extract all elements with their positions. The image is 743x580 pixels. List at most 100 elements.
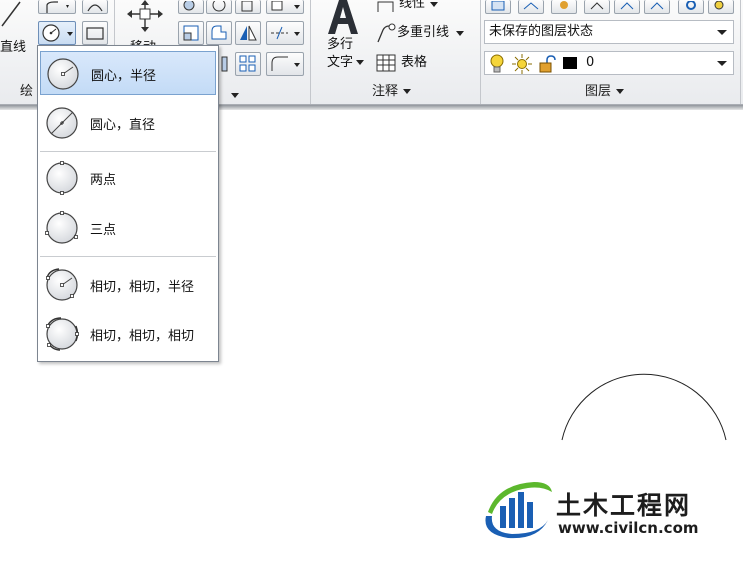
arc-icon	[87, 3, 103, 11]
menu-item-two-point[interactable]: 两点	[40, 156, 216, 200]
menu-item-center-radius[interactable]: 圆心，半径	[40, 51, 216, 95]
table-icon	[376, 54, 396, 72]
menu-item-label: 圆心，直径	[90, 118, 156, 133]
menu-item-tan-tan-radius[interactable]: 相切，相切，半径	[40, 263, 216, 307]
layer-isolate-button[interactable]	[551, 0, 577, 14]
layer-lock-icon	[650, 1, 664, 9]
multileader-label: 多重引线	[397, 25, 450, 40]
bulb-icon	[714, 0, 724, 9]
array-button[interactable]	[235, 52, 261, 76]
layer-off-icon	[620, 1, 634, 9]
mirror-icon	[240, 25, 257, 41]
civilcn-logo-icon	[485, 482, 552, 539]
gear-icon	[686, 0, 696, 10]
unlock-icon	[539, 55, 556, 73]
sun-thaw-icon	[512, 54, 532, 74]
layer-walk-button[interactable]	[708, 0, 734, 14]
chevron-down-icon	[356, 60, 365, 65]
layer-properties-button[interactable]	[485, 0, 511, 14]
chevron-down-icon	[456, 30, 465, 36]
scale-button[interactable]	[178, 21, 204, 45]
chevron-down-icon	[231, 93, 239, 98]
annotation-panel-title[interactable]: 注释	[372, 82, 412, 102]
polyline-button[interactable]	[38, 0, 76, 14]
layer-properties-icon	[491, 0, 505, 10]
scale-icon	[183, 25, 199, 41]
layer-settings-button[interactable]	[678, 0, 704, 14]
circle-center-radius-icon	[47, 58, 79, 90]
table-label: 表格	[401, 55, 428, 70]
array-grid-icon	[239, 55, 256, 72]
menu-item-label: 三点	[90, 223, 117, 238]
layer-freeze-button[interactable]	[584, 0, 610, 14]
chevron-down-icon	[717, 30, 727, 35]
menu-item-label: 两点	[90, 173, 117, 188]
mirror-dropdown-button[interactable]	[266, 0, 304, 14]
rotate-button[interactable]	[178, 0, 204, 14]
rectangle-icon	[86, 27, 104, 40]
menu-item-label: 圆心，半径	[91, 69, 157, 84]
move-icon[interactable]	[126, 0, 164, 34]
circle-dropdown-menu: 圆心，半径 圆心，直径 两点 三点 相切，相切，半径 相切，相切，相切	[37, 45, 219, 362]
menu-item-tan-tan-tan[interactable]: 相切，相切，相切	[40, 312, 216, 356]
trim-icon	[212, 0, 226, 11]
circle-three-point-icon	[45, 211, 78, 244]
trim-button[interactable]	[206, 0, 232, 14]
linear-dimension-icon	[377, 1, 394, 12]
polyline-icon	[46, 0, 69, 13]
modify-panel-expand[interactable]	[226, 88, 239, 103]
current-layer-value: 0	[586, 55, 595, 70]
copy-button[interactable]	[235, 0, 261, 14]
layer-freeze-icon	[590, 1, 604, 9]
table-button[interactable]: 表格	[375, 52, 427, 74]
layer-match-button[interactable]	[518, 0, 544, 14]
mtext-label-line1: 多行	[327, 37, 354, 52]
circle-tan-tan-tan-icon	[46, 317, 79, 351]
drawn-arc[interactable]	[561, 373, 727, 441]
offset-dropdown-button[interactable]	[266, 52, 304, 76]
draw-panel-title[interactable]: 绘	[20, 82, 33, 102]
layer-match-icon	[523, 1, 539, 9]
menu-item-three-point[interactable]: 三点	[40, 206, 216, 250]
layers-panel-title[interactable]: 图层	[585, 82, 625, 102]
watermark-name: 土木工程网	[556, 491, 692, 520]
multileader-button[interactable]: 多重引线	[375, 22, 465, 44]
line-tool-icon[interactable]	[0, 0, 30, 30]
fillet-icon	[271, 26, 300, 40]
rectangle-button[interactable]	[82, 21, 108, 45]
layer-dropdown[interactable]: 0	[484, 51, 734, 75]
layer-state-dropdown[interactable]: 未保存的图层状态	[484, 20, 734, 44]
chevron-down-icon	[616, 89, 625, 94]
panel-separator	[480, 0, 481, 104]
circle-button[interactable]	[38, 21, 76, 45]
stretch-icon	[271, 0, 300, 10]
panel-separator	[310, 0, 311, 104]
stretch-button[interactable]	[206, 21, 232, 45]
bulb-on-icon	[490, 54, 504, 73]
panel-separator	[740, 0, 741, 104]
menu-separator	[40, 151, 216, 152]
linear-dimension-button[interactable]: 线性	[375, 0, 439, 14]
chevron-down-icon	[403, 89, 412, 94]
fillet-dropdown-button[interactable]	[266, 21, 304, 45]
menu-item-label: 相切，相切，半径	[90, 280, 195, 295]
circle-two-point-icon	[46, 161, 78, 195]
menu-separator	[40, 256, 216, 257]
menu-item-label: 相切，相切，相切	[90, 329, 195, 344]
layer-lock-button[interactable]	[644, 0, 670, 14]
layer-isolate-icon	[560, 0, 568, 9]
stretch-shape-icon	[211, 25, 227, 40]
mtext-icon[interactable]	[326, 0, 360, 36]
offset-icon	[271, 56, 300, 71]
circle-tan-tan-radius-icon	[46, 268, 78, 301]
layer-state-value: 未保存的图层状态	[489, 24, 594, 39]
watermark-url: www.civilcn.com	[558, 519, 699, 537]
menu-item-center-diameter[interactable]: 圆心，直径	[40, 101, 216, 145]
mtext-label-line2: 文字	[327, 54, 365, 72]
layer-off-button[interactable]	[614, 0, 640, 14]
chevron-down-icon	[430, 2, 439, 7]
line-tool-label[interactable]: 直线	[0, 36, 26, 55]
arc-button[interactable]	[82, 0, 108, 14]
mirror-button[interactable]	[235, 21, 261, 45]
mtext-button[interactable]: 多行 文字	[327, 36, 365, 72]
